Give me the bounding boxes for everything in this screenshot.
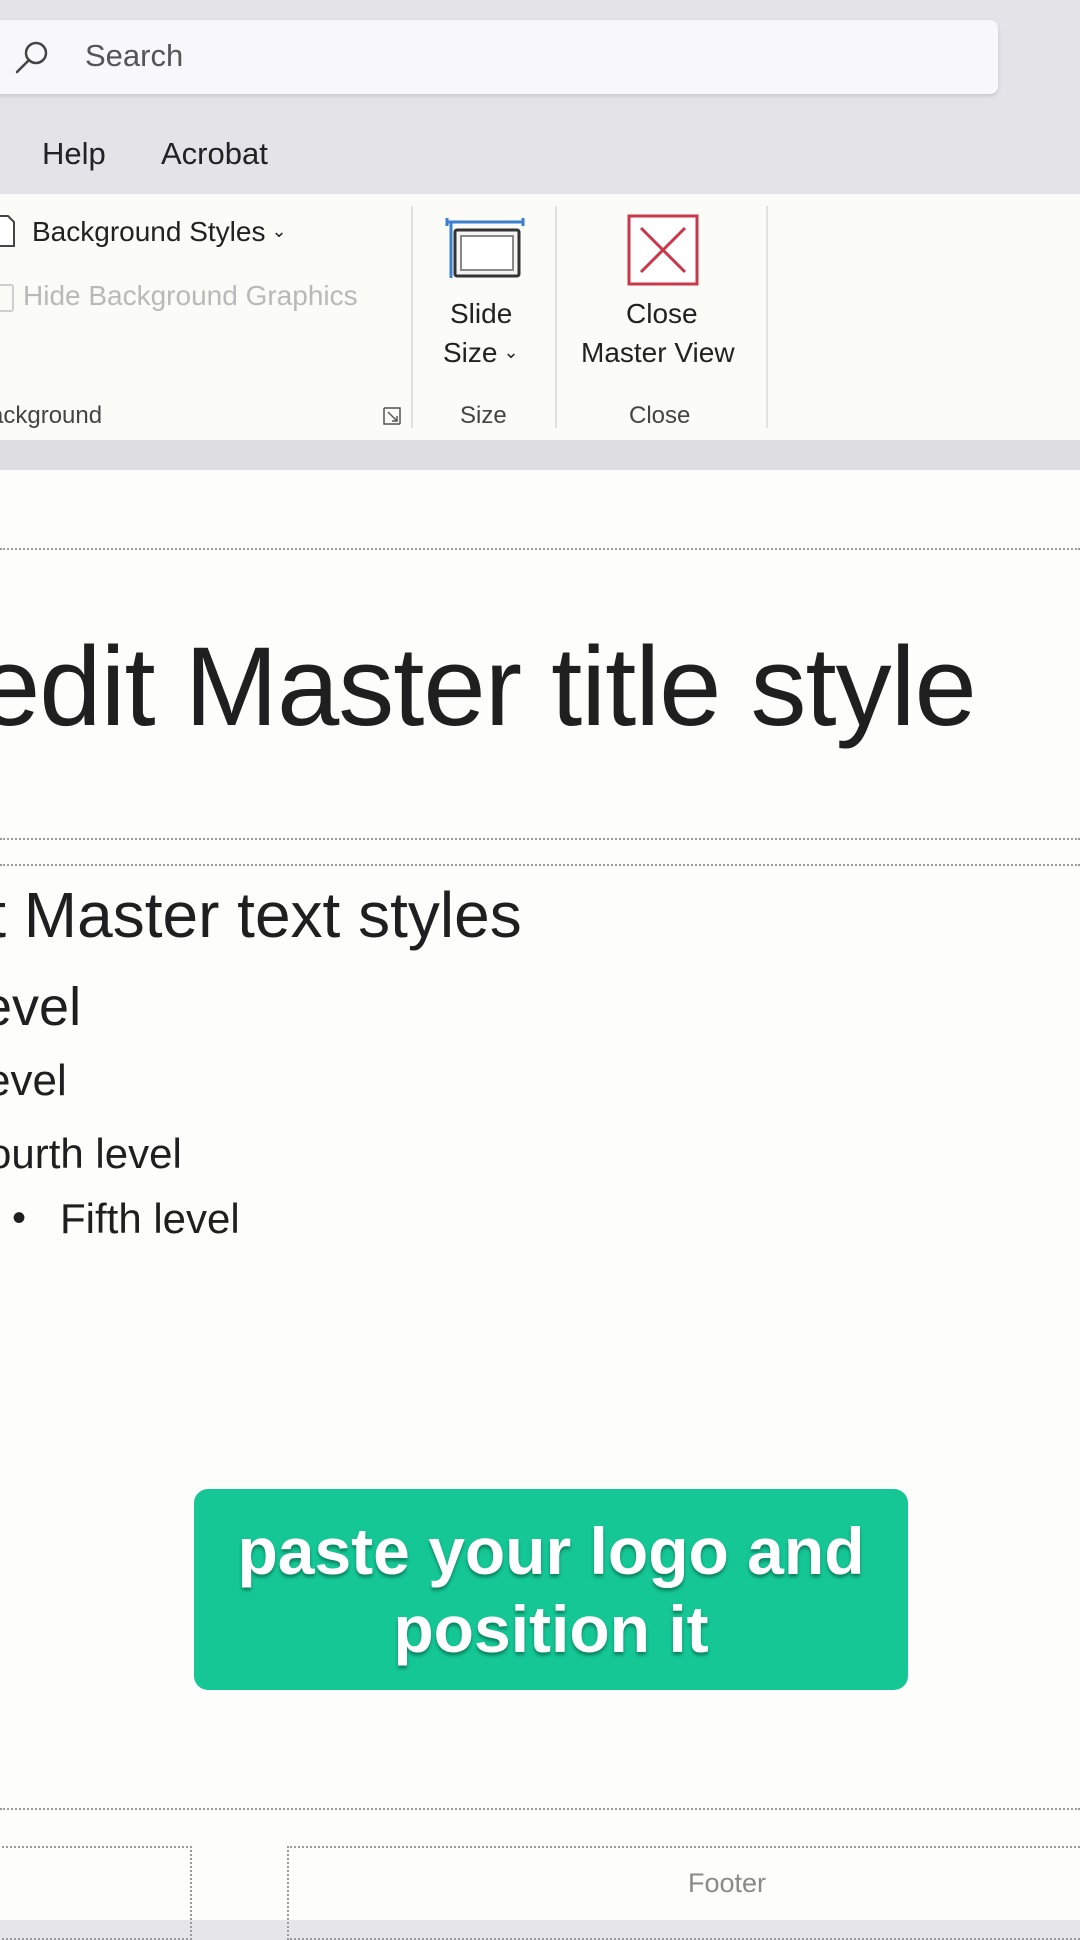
body-placeholder-border bbox=[0, 864, 1080, 866]
close-master-view-label-line1: Close bbox=[626, 298, 698, 329]
slide-size-icon bbox=[445, 218, 525, 278]
caption-overlay: paste your logo and position it bbox=[194, 1489, 908, 1690]
dialog-launcher-icon[interactable] bbox=[382, 406, 402, 426]
group-separator bbox=[411, 206, 413, 428]
text-level-4: ourth level bbox=[0, 1130, 182, 1177]
close-master-view-label-line2: Master View bbox=[581, 337, 735, 368]
master-title-placeholder[interactable]: edit Master title style bbox=[0, 622, 977, 751]
group-label-background: ackground bbox=[0, 402, 103, 429]
slide-size-label-line2: Size ⌄ bbox=[443, 337, 519, 369]
chevron-down-icon: ⌄ bbox=[271, 221, 287, 241]
background-styles-icon bbox=[0, 215, 15, 247]
slide-size-label-line1: Slide bbox=[450, 298, 513, 329]
search-placeholder: Search bbox=[85, 38, 184, 73]
ribbon: Background Styles ⌄ Hide Background Graph… bbox=[0, 194, 1080, 440]
bullet-icon: • bbox=[12, 1196, 27, 1240]
background-styles-label: Background Styles bbox=[32, 216, 266, 247]
text-level-1: it Master text styles bbox=[0, 879, 522, 951]
group-separator bbox=[555, 206, 557, 428]
search-box[interactable]: Search bbox=[0, 20, 998, 94]
hide-background-graphics-label: Hide Background Graphics bbox=[23, 280, 358, 311]
title-placeholder-border bbox=[0, 548, 1080, 550]
footer-placeholder[interactable] bbox=[287, 1846, 1080, 1940]
text-level-3: evel bbox=[0, 1056, 67, 1105]
group-label-size: Size bbox=[460, 402, 507, 429]
text-level-5: Fifth level bbox=[60, 1195, 240, 1242]
tab-acrobat[interactable]: Acrobat bbox=[161, 136, 268, 172]
ribbon-tabs: Help Acrobat bbox=[0, 112, 1080, 194]
search-icon bbox=[15, 41, 48, 74]
caption-text: paste your logo and position it bbox=[237, 1513, 865, 1666]
date-placeholder[interactable] bbox=[0, 1846, 192, 1940]
title-bar: Search bbox=[0, 0, 1080, 112]
footer-area-border bbox=[0, 1808, 1080, 1810]
slide-size-label-size: Size bbox=[443, 337, 498, 368]
background-styles-button[interactable]: Background Styles ⌄ bbox=[32, 216, 287, 248]
text-level-2: evel bbox=[0, 977, 82, 1037]
chevron-down-icon: ⌄ bbox=[503, 342, 519, 362]
title-placeholder-border bbox=[0, 838, 1080, 840]
footer-placeholder-text: Footer bbox=[688, 1868, 767, 1898]
group-separator bbox=[766, 206, 768, 428]
close-master-view-icon bbox=[627, 214, 699, 286]
tab-help[interactable]: Help bbox=[42, 136, 106, 172]
ribbon-divider bbox=[0, 440, 1080, 470]
hide-background-graphics-checkbox[interactable] bbox=[0, 284, 14, 312]
group-label-close: Close bbox=[629, 402, 691, 429]
